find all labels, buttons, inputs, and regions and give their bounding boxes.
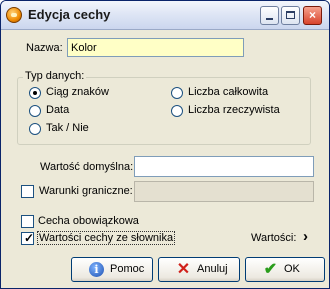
app-icon	[6, 7, 22, 23]
radio-bool[interactable]	[29, 123, 41, 135]
data-type-legend: Typ danych:	[23, 70, 87, 82]
radio-bool-label[interactable]: Tak / Nie	[46, 122, 89, 134]
x-icon: ✕	[176, 261, 191, 278]
radio-integer[interactable]	[171, 87, 183, 99]
mandatory-label[interactable]: Cecha obowiązkowa	[38, 215, 139, 227]
radio-integer-label[interactable]: Liczba całkowita	[188, 86, 268, 98]
values-link[interactable]: Wartości:	[251, 232, 296, 244]
name-label: Nazwa:	[26, 42, 63, 54]
dialog-window: Edycja cechy × Nazwa: Typ danych: Ciąg z…	[0, 0, 330, 289]
info-icon: i	[89, 262, 104, 277]
ok-button[interactable]: ✔ OK	[245, 257, 325, 282]
chevron-right-icon[interactable]: ›	[303, 228, 308, 245]
minimize-button[interactable]	[260, 6, 279, 25]
default-value-label: Wartość domyślna:	[40, 161, 134, 173]
name-input[interactable]	[67, 38, 244, 57]
cancel-button[interactable]: ✕ Anuluj	[158, 257, 240, 282]
default-value-input[interactable]	[134, 156, 314, 177]
checkmark-icon: ✔	[263, 261, 278, 278]
window-title: Edycja cechy	[28, 7, 111, 22]
bounds-label[interactable]: Warunki graniczne:	[39, 185, 133, 197]
bounds-input	[134, 181, 314, 202]
radio-string-label[interactable]: Ciąg znaków	[46, 86, 109, 98]
radio-real[interactable]	[171, 105, 183, 117]
dictionary-checkbox[interactable]: ✓	[21, 231, 35, 245]
help-button-label: Pomoc	[110, 263, 145, 275]
mandatory-checkbox[interactable]	[21, 215, 34, 228]
radio-real-label[interactable]: Liczba rzeczywista	[188, 104, 280, 116]
ok-button-label: OK	[284, 263, 300, 275]
help-button[interactable]: i Pomoc	[71, 257, 153, 282]
cancel-button-label: Anuluj	[197, 263, 228, 275]
radio-date[interactable]	[29, 105, 41, 117]
radio-string[interactable]	[29, 87, 41, 99]
checkmark-icon: ✓	[24, 231, 35, 245]
title-bar[interactable]: Edycja cechy ×	[1, 1, 329, 30]
bounds-checkbox[interactable]	[21, 185, 34, 198]
radio-date-label[interactable]: Data	[46, 104, 69, 116]
close-button[interactable]: ×	[303, 6, 322, 25]
maximize-button[interactable]	[281, 6, 300, 25]
dictionary-label[interactable]: Wartości cechy ze słownika	[37, 231, 176, 245]
close-icon: ×	[308, 8, 316, 22]
